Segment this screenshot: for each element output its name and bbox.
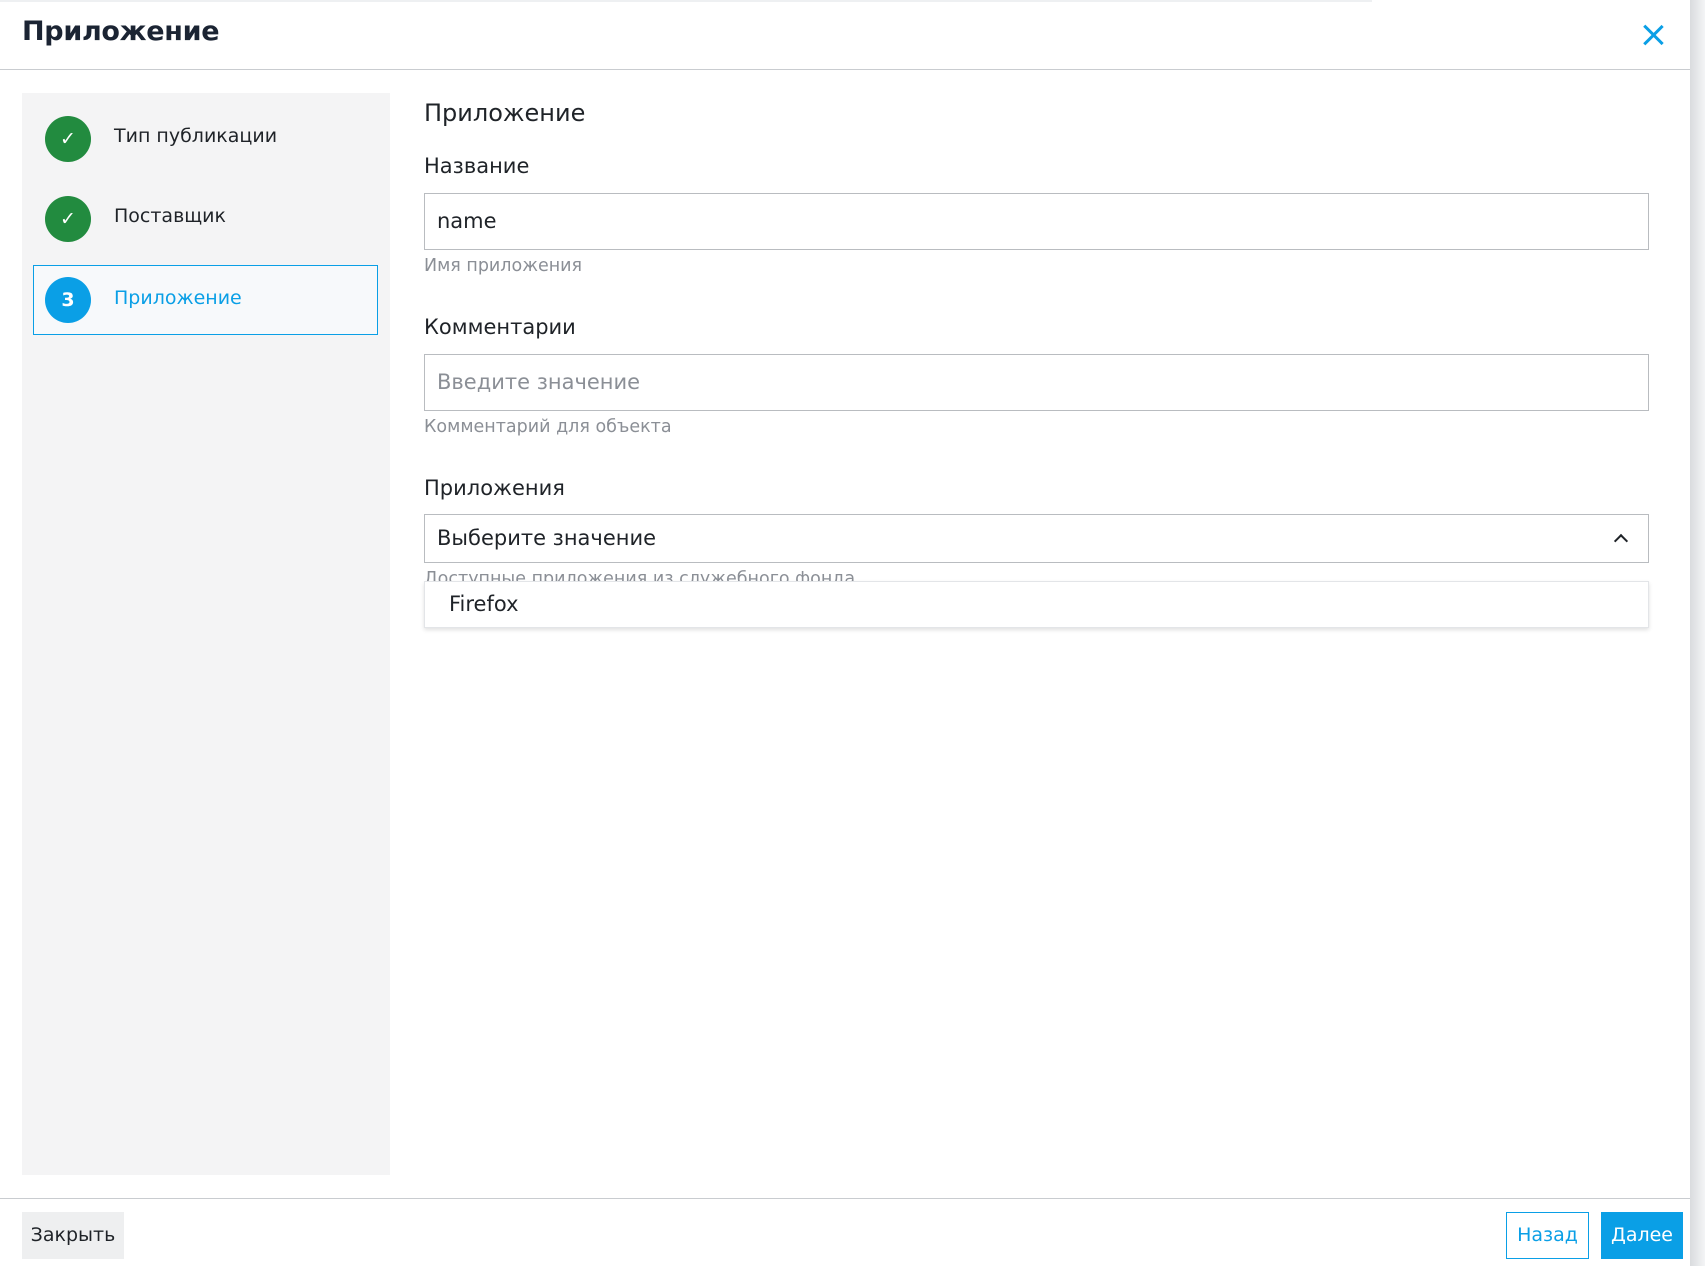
- wizard-modal: Приложение ✓ Тип публикации ✓ Поставщик …: [0, 0, 1690, 1266]
- page-edge-shadow: [1690, 0, 1705, 1266]
- modal-footer: Закрыть Назад Далее: [0, 1198, 1690, 1266]
- close-button[interactable]: Закрыть: [22, 1212, 124, 1259]
- close-icon[interactable]: [1638, 20, 1668, 50]
- apps-dropdown: Firefox: [424, 581, 1649, 628]
- name-input[interactable]: name: [424, 193, 1649, 250]
- wizard-steps: ✓ Тип публикации ✓ Поставщик 3 Приложени…: [22, 93, 390, 1175]
- comments-label: Комментарии: [424, 315, 576, 339]
- apps-select-value: Выберите значение: [437, 526, 657, 550]
- check-icon: ✓: [45, 116, 91, 162]
- next-button[interactable]: Далее: [1601, 1212, 1683, 1259]
- form-title: Приложение: [424, 99, 586, 127]
- step-application[interactable]: 3 Приложение: [33, 265, 378, 335]
- check-icon: ✓: [45, 196, 91, 242]
- apps-label: Приложения: [424, 476, 565, 500]
- step-provider[interactable]: ✓ Поставщик: [33, 183, 378, 253]
- name-hint: Имя приложения: [424, 256, 583, 276]
- step-number-badge: 3: [45, 277, 91, 323]
- comments-hint: Комментарий для объекта: [424, 417, 672, 437]
- chevron-up-icon: [1614, 532, 1626, 544]
- step-label: Тип публикации: [114, 125, 278, 147]
- modal-title: Приложение: [22, 16, 220, 47]
- apps-hint: Доступные приложения из служебного фонда: [424, 569, 856, 581]
- step-label: Приложение: [114, 287, 242, 309]
- dropdown-option-firefox[interactable]: Firefox: [425, 582, 1648, 627]
- apps-select[interactable]: Выберите значение: [424, 514, 1649, 563]
- step-publication-type[interactable]: ✓ Тип публикации: [33, 103, 378, 173]
- back-button[interactable]: Назад: [1506, 1212, 1589, 1259]
- name-label: Название: [424, 154, 530, 178]
- step-label: Поставщик: [114, 205, 226, 227]
- modal-header: Приложение: [0, 0, 1690, 70]
- comments-input[interactable]: Введите значение: [424, 354, 1649, 411]
